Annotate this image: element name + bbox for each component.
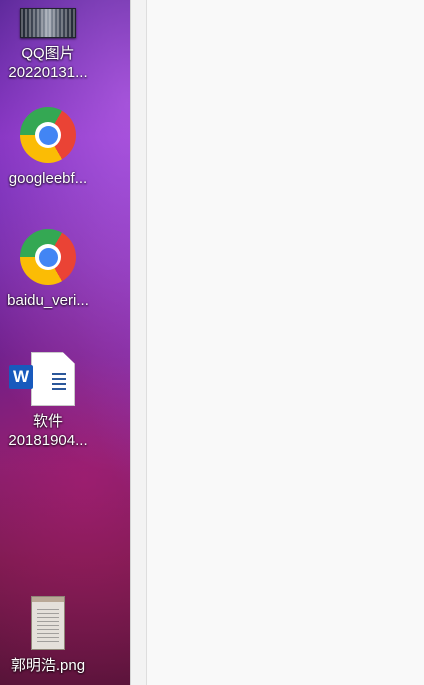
desktop-icon-label: 20181904... — [8, 432, 88, 449]
desktop-icon-word-document[interactable]: W 软件 20181904... — [0, 352, 96, 450]
desktop-icon-png-image[interactable]: 郭明浩.png — [0, 596, 96, 675]
desktop-icon-baidu-verify[interactable]: baidu_veri... — [0, 229, 96, 310]
desktop-icon-label: 郭明浩.png — [10, 657, 86, 674]
image-thumbnail-icon — [20, 8, 76, 38]
desktop-icon-label: 软件 — [32, 413, 63, 430]
window-edge[interactable] — [131, 0, 147, 685]
desktop-icon-qq-image[interactable]: QQ图片 20220131... — [0, 0, 96, 82]
image-thumbnail-icon — [31, 596, 65, 650]
desktop-icon-label: baidu_veri... — [7, 292, 89, 309]
chrome-icon — [20, 107, 76, 163]
word-badge: W — [9, 365, 33, 389]
desktop-icon-label: googleebf... — [8, 170, 88, 187]
desktop-icon-label: QQ图片 — [21, 45, 75, 62]
word-document-icon — [31, 352, 75, 406]
application-window[interactable] — [130, 0, 424, 685]
chrome-icon — [20, 229, 76, 285]
desktop-icon-label: 20220131... — [8, 64, 88, 81]
desktop-icon-googleebf[interactable]: googleebf... — [0, 107, 96, 188]
